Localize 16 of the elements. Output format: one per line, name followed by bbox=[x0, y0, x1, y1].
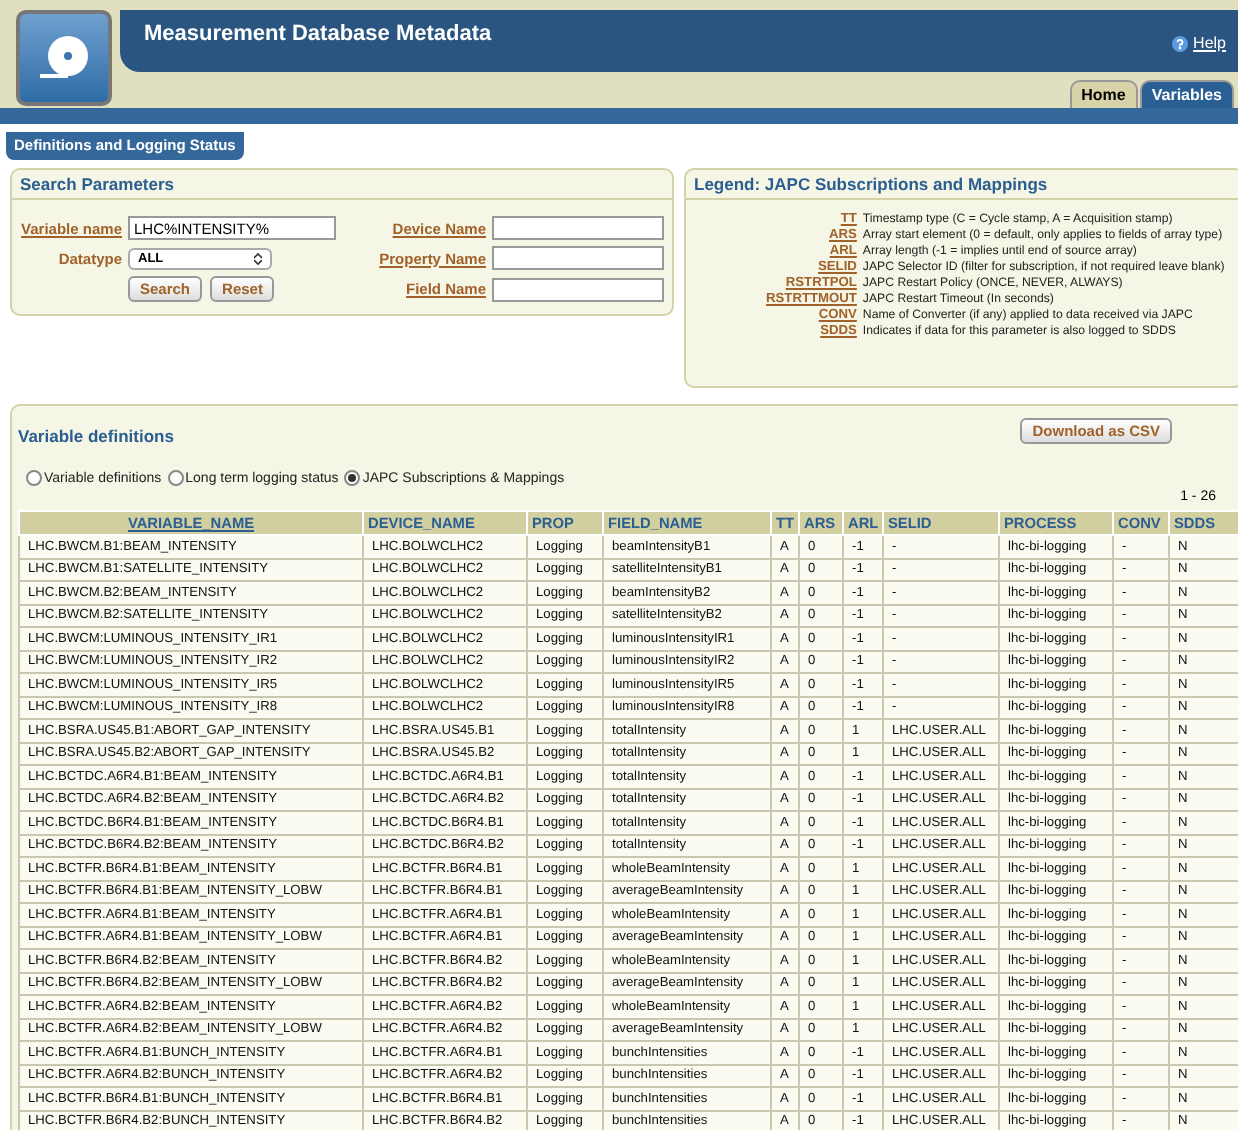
tape-measure-icon bbox=[34, 32, 94, 84]
panel-title: Variable definitions bbox=[18, 426, 174, 446]
nav-tab[interactable]: Home bbox=[1069, 80, 1138, 108]
panel-title: Legend: JAPC Subscriptions and Mappings bbox=[686, 170, 1238, 200]
app-title: Measurement Database Metadata bbox=[144, 22, 492, 46]
radio-button[interactable] bbox=[26, 470, 42, 486]
property-name-field[interactable] bbox=[492, 246, 664, 270]
updown-caret-icon bbox=[254, 251, 262, 265]
help-link[interactable]: Help bbox=[1171, 34, 1226, 52]
field-name-field[interactable] bbox=[492, 277, 664, 301]
help-icon bbox=[1171, 35, 1188, 51]
device-name-field[interactable] bbox=[492, 216, 664, 240]
nav-tab[interactable]: Variables bbox=[1139, 80, 1234, 108]
panel-title: Search Parameters bbox=[12, 170, 672, 200]
radio-button[interactable] bbox=[344, 470, 361, 486]
radio-button[interactable] bbox=[167, 470, 184, 486]
